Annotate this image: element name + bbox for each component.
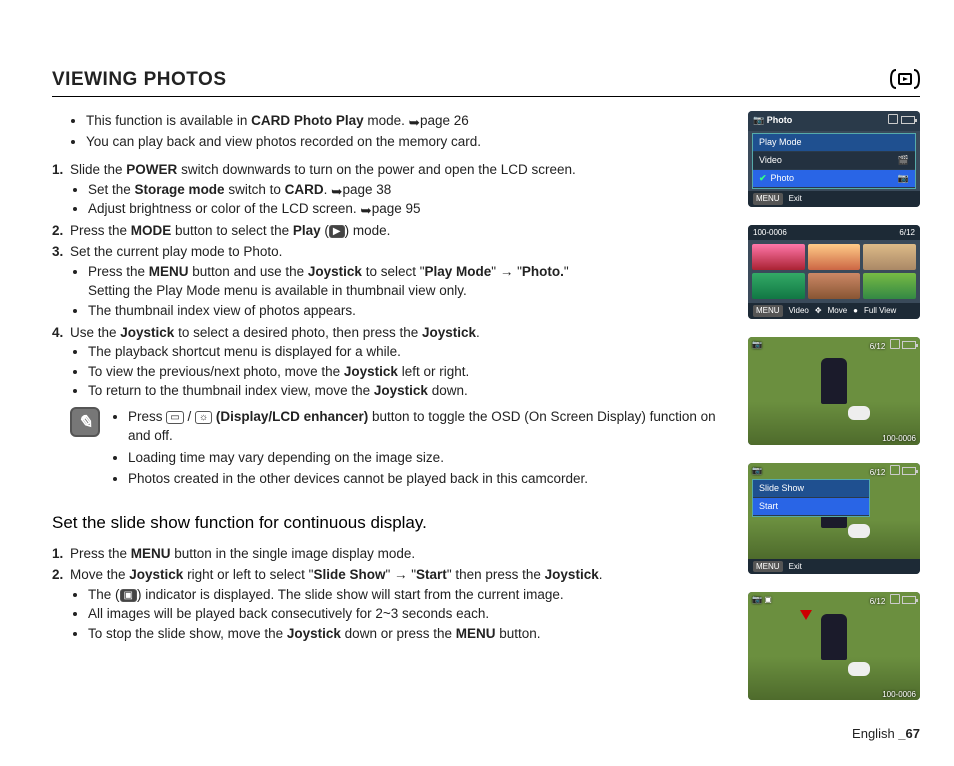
s2-step-2: 2. Move the Joystick right or left to se… bbox=[70, 565, 728, 643]
step-4-sub-2: To view the previous/next photo, move th… bbox=[88, 362, 728, 382]
screen-slideshow-running: 📷 ▣6/12 100-0006 bbox=[748, 592, 920, 700]
ref-arrow-icon: ➥ bbox=[360, 201, 371, 221]
s2-sub-1: The (▣) indicator is displayed. The slid… bbox=[88, 585, 728, 605]
photo-icon: 📷 bbox=[753, 115, 764, 125]
lcd-enhancer-icon: ☼ bbox=[195, 411, 212, 424]
menu-button-icon: MENU bbox=[753, 561, 783, 573]
step-1-sub-1: Set the Storage mode switch to CARD. ➥pa… bbox=[88, 180, 728, 200]
screen-slideshow-menu: 📷6/12 Slide Show Start MENUExit bbox=[748, 463, 920, 575]
thumbnail bbox=[752, 273, 805, 299]
person-graphic bbox=[821, 614, 847, 660]
display-icon: ▭ bbox=[166, 411, 183, 424]
page-number: English _67 bbox=[852, 725, 920, 744]
battery-icon bbox=[902, 341, 916, 349]
card-icon bbox=[890, 594, 900, 604]
thumbnail bbox=[808, 244, 861, 270]
battery-icon bbox=[902, 596, 916, 604]
dog-graphic bbox=[848, 662, 870, 676]
note-3: Photos created in the other devices cann… bbox=[128, 469, 728, 489]
ok-icon: ● bbox=[853, 305, 858, 317]
menu-item-photo: ✔Photo📷 bbox=[753, 170, 915, 188]
step-3-sub-2: The thumbnail index view of photos appea… bbox=[88, 301, 728, 321]
menu-button-icon: MENU bbox=[753, 193, 783, 205]
menu-button-icon: MENU bbox=[753, 305, 783, 317]
header: VIEWING PHOTOS bbox=[52, 62, 920, 97]
step-4: 4. Use the Joystick to select a desired … bbox=[70, 323, 728, 401]
move-icon: ✥ bbox=[815, 305, 822, 317]
step-1-sub-2: Adjust brightness or color of the LCD sc… bbox=[88, 199, 728, 219]
dog-graphic bbox=[848, 406, 870, 420]
play-icon: ▶ bbox=[329, 225, 345, 238]
slideshow-running-icon: ▣ bbox=[764, 595, 772, 604]
page-title: VIEWING PHOTOS bbox=[52, 66, 227, 94]
intro-line-2: You can play back and view photos record… bbox=[86, 132, 728, 152]
note-1: Press ▭ / ☼ (Display/LCD enhancer) butto… bbox=[128, 407, 728, 446]
note-block: ✎ Press ▭ / ☼ (Display/LCD enhancer) but… bbox=[52, 407, 728, 491]
red-pointer-icon bbox=[800, 610, 812, 620]
body-text: This function is available in CARD Photo… bbox=[52, 111, 728, 701]
card-icon bbox=[890, 339, 900, 349]
person-graphic bbox=[821, 358, 847, 404]
step-3: 3. Set the current play mode to Photo. P… bbox=[70, 242, 728, 320]
thumbnail bbox=[863, 273, 916, 299]
step-1: 1. Slide the POWER switch downwards to t… bbox=[70, 160, 728, 219]
camera-screens: 📷 Photo Play Mode Video🎬 ✔Photo📷 MENUExi… bbox=[748, 111, 920, 701]
thumbnail bbox=[808, 273, 861, 299]
card-icon bbox=[890, 465, 900, 475]
note-pencil-icon: ✎ bbox=[70, 407, 100, 437]
battery-icon bbox=[901, 116, 915, 124]
camera-icon: 📷 bbox=[752, 595, 762, 604]
menu-item-slideshow: Slide Show bbox=[753, 480, 869, 498]
video-icon: 🎬 bbox=[898, 154, 909, 167]
s2-step-1: 1. Press the MENU button in the single i… bbox=[70, 544, 728, 564]
s2-sub-2: All images will be played back consecuti… bbox=[88, 604, 728, 624]
slideshow-icon: ▣ bbox=[120, 589, 137, 602]
ref-arrow-icon: ➥ bbox=[331, 182, 342, 202]
menu-item-playmode: Play Mode bbox=[753, 134, 915, 152]
step-4-sub-1: The playback shortcut menu is displayed … bbox=[88, 342, 728, 362]
camera-icon: 📷 bbox=[752, 340, 762, 349]
thumbnail bbox=[863, 244, 916, 270]
menu-item-start: Start bbox=[753, 498, 869, 516]
dog-graphic bbox=[848, 524, 870, 538]
screen-thumbnails: 100-00066/12 MENUVideo✥Move●Full View bbox=[748, 225, 920, 319]
card-icon bbox=[888, 114, 898, 124]
step-2: 2. Press the MODE button to select the P… bbox=[70, 221, 728, 241]
s2-sub-3: To stop the slide show, move the Joystic… bbox=[88, 624, 728, 644]
camera-icon: 📷 bbox=[898, 172, 909, 185]
screen-playmode-menu: 📷 Photo Play Mode Video🎬 ✔Photo📷 MENUExi… bbox=[748, 111, 920, 207]
ref-arrow-icon: ➥ bbox=[409, 113, 420, 133]
note-2: Loading time may vary depending on the i… bbox=[128, 448, 728, 468]
menu-item-video: Video🎬 bbox=[753, 152, 915, 170]
check-icon: ✔ bbox=[759, 173, 767, 183]
play-mode-bracket-icon bbox=[890, 62, 920, 94]
camera-icon: 📷 bbox=[752, 466, 762, 475]
step-4-sub-3: To return to the thumbnail index view, m… bbox=[88, 381, 728, 401]
battery-icon bbox=[902, 467, 916, 475]
intro-line-1: This function is available in CARD Photo… bbox=[86, 111, 728, 131]
slideshow-heading: Set the slide show function for continuo… bbox=[52, 511, 728, 536]
thumbnail bbox=[752, 244, 805, 270]
screen-fullview: 📷6/12 100-0006 bbox=[748, 337, 920, 445]
step-3-sub-1: Press the MENU button and use the Joysti… bbox=[88, 262, 728, 301]
